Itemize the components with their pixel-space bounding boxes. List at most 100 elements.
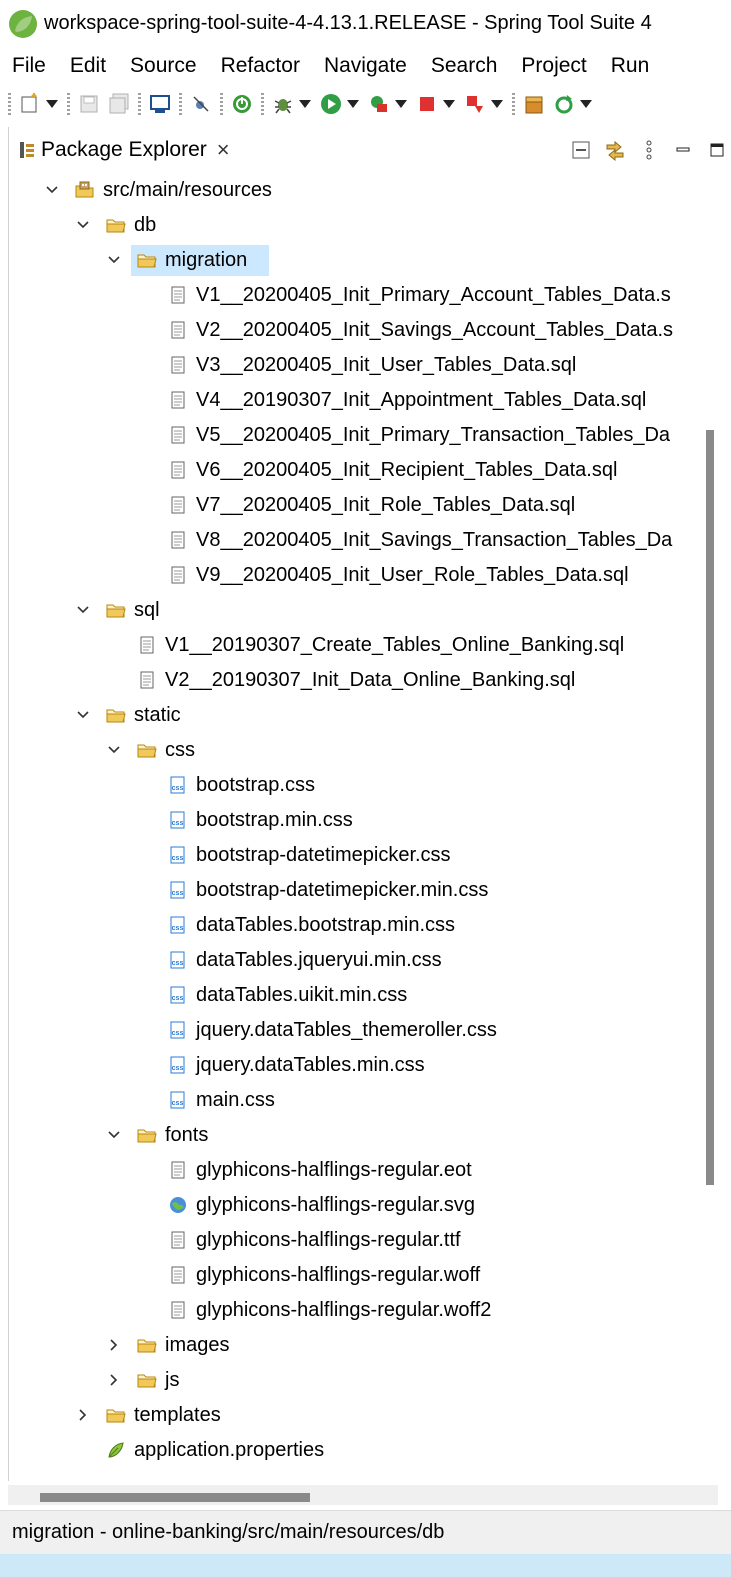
tree-item[interactable]: V5__20200405_Init_Primary_Transaction_Ta… xyxy=(9,418,695,453)
tree-item[interactable]: glyphicons-halflings-regular.woff2 xyxy=(9,1293,695,1328)
refresh-icon[interactable] xyxy=(551,91,577,117)
new-dropdown-chevron-icon[interactable] xyxy=(45,91,59,117)
external-tools-dropdown-chevron-icon[interactable] xyxy=(394,91,408,117)
deploy-icon[interactable] xyxy=(462,91,488,117)
toolbar-separator xyxy=(220,93,223,115)
stop-dropdown-chevron-icon[interactable] xyxy=(442,91,456,117)
open-type-icon[interactable] xyxy=(521,91,547,117)
external-tools-icon[interactable] xyxy=(366,91,392,117)
svg-text:css: css xyxy=(172,855,184,862)
tree-item[interactable]: css dataTables.uikit.min.css xyxy=(9,978,695,1013)
debug-dropdown-chevron-icon[interactable] xyxy=(298,91,312,117)
tree-item-label: jquery.dataTables_themeroller.css xyxy=(196,1019,497,1041)
file-icon xyxy=(171,286,185,304)
maximize-icon[interactable] xyxy=(703,136,731,164)
tree-item[interactable]: css xyxy=(9,733,695,768)
tree-item[interactable]: V2__20190307_Init_Data_Online_Banking.sq… xyxy=(9,663,695,698)
chevron-right-icon[interactable] xyxy=(107,1338,121,1352)
css-file-icon: css xyxy=(170,916,185,934)
vertical-scrollbar-thumb[interactable] xyxy=(706,430,714,1185)
tree-item[interactable]: css bootstrap.min.css xyxy=(9,803,695,838)
close-icon[interactable]: × xyxy=(217,137,230,163)
tree-item[interactable]: application.properties xyxy=(9,1433,695,1468)
chevron-down-icon[interactable] xyxy=(76,603,90,617)
minimize-icon[interactable] xyxy=(669,136,697,164)
css-file-icon: css xyxy=(170,811,185,829)
tree-item-label: V6__20200405_Init_Recipient_Tables_Data.… xyxy=(196,459,618,481)
tree-item-label: glyphicons-halflings-regular.eot xyxy=(196,1159,472,1181)
menu-project[interactable]: Project xyxy=(509,47,598,85)
run-icon[interactable] xyxy=(318,91,344,117)
tree-item[interactable]: V9__20200405_Init_User_Role_Tables_Data.… xyxy=(9,558,695,593)
css-file-icon: css xyxy=(170,986,185,1004)
stop-icon[interactable] xyxy=(414,91,440,117)
tree-item[interactable]: static xyxy=(9,698,695,733)
chevron-right-icon[interactable] xyxy=(76,1408,90,1422)
spring-boot-dashboard-icon[interactable] xyxy=(229,91,255,117)
chevron-down-icon[interactable] xyxy=(45,183,59,197)
tree-item[interactable]: glyphicons-halflings-regular.eot xyxy=(9,1153,695,1188)
save-all-icon[interactable] xyxy=(106,91,132,117)
chevron-down-icon[interactable] xyxy=(76,708,90,722)
tree-item[interactable]: sql xyxy=(9,593,695,628)
debug-icon[interactable] xyxy=(270,91,296,117)
chevron-right-icon[interactable] xyxy=(107,1373,121,1387)
tree-item[interactable]: css bootstrap.css xyxy=(9,768,695,803)
tree-item-label: V1__20190307_Create_Tables_Online_Bankin… xyxy=(165,634,625,656)
tree-item[interactable]: db xyxy=(9,208,695,243)
skip-breakpoints-icon[interactable] xyxy=(188,91,214,117)
tree-item[interactable]: V7__20200405_Init_Role_Tables_Data.sql xyxy=(9,488,695,523)
collapse-all-icon[interactable] xyxy=(567,136,595,164)
tree-item[interactable]: V8__20200405_Init_Savings_Transaction_Ta… xyxy=(9,523,695,558)
tree-item-label: V5__20200405_Init_Primary_Transaction_Ta… xyxy=(196,424,671,446)
tree-item[interactable]: src/main/resources xyxy=(9,173,695,208)
tree-item[interactable]: V6__20200405_Init_Recipient_Tables_Data.… xyxy=(9,453,695,488)
tree-item[interactable]: V1__20190307_Create_Tables_Online_Bankin… xyxy=(9,628,695,663)
tree-item[interactable]: V3__20200405_Init_User_Tables_Data.sql xyxy=(9,348,695,383)
tree-item[interactable]: css bootstrap-datetimepicker.min.css xyxy=(9,873,695,908)
css-file-icon: css xyxy=(170,846,185,864)
chevron-down-icon[interactable] xyxy=(107,253,121,267)
menu-edit[interactable]: Edit xyxy=(58,47,118,85)
tree-item[interactable]: css jquery.dataTables_themeroller.css xyxy=(9,1013,695,1048)
deploy-dropdown-chevron-icon[interactable] xyxy=(490,91,504,117)
tree-item[interactable]: css bootstrap-datetimepicker.css xyxy=(9,838,695,873)
console-icon[interactable] xyxy=(147,91,173,117)
tree-item[interactable]: V2__20200405_Init_Savings_Account_Tables… xyxy=(9,313,695,348)
tree-item[interactable]: V4__20190307_Init_Appointment_Tables_Dat… xyxy=(9,383,695,418)
view-menu-icon[interactable] xyxy=(635,136,663,164)
chevron-down-icon[interactable] xyxy=(107,743,121,757)
tree-item[interactable]: templates xyxy=(9,1398,695,1433)
chevron-down-icon[interactable] xyxy=(76,218,90,232)
run-dropdown-chevron-icon[interactable] xyxy=(346,91,360,117)
tree-item[interactable]: js xyxy=(9,1363,695,1398)
link-with-editor-icon[interactable] xyxy=(601,136,629,164)
tree-item[interactable]: css dataTables.bootstrap.min.css xyxy=(9,908,695,943)
new-icon[interactable] xyxy=(17,91,43,117)
save-icon[interactable] xyxy=(76,91,102,117)
tree-item[interactable]: migration xyxy=(9,243,695,278)
tree-item-label: static xyxy=(134,704,181,726)
tree-item-label: src/main/resources xyxy=(103,179,272,201)
menu-file[interactable]: File xyxy=(0,47,58,85)
tab-package-explorer[interactable]: Package Explorer × xyxy=(9,127,230,173)
menu-refactor[interactable]: Refactor xyxy=(209,47,312,85)
tree-item[interactable]: images xyxy=(9,1328,695,1363)
menu-source[interactable]: Source xyxy=(118,47,209,85)
tree-item[interactable]: glyphicons-halflings-regular.ttf xyxy=(9,1223,695,1258)
file-icon xyxy=(171,356,185,374)
refresh-dropdown-chevron-icon[interactable] xyxy=(579,91,593,117)
menu-search[interactable]: Search xyxy=(419,47,510,85)
chevron-down-icon[interactable] xyxy=(107,1128,121,1142)
tree-item[interactable]: css jquery.dataTables.min.css xyxy=(9,1048,695,1083)
menu-navigate[interactable]: Navigate xyxy=(312,47,419,85)
file-icon xyxy=(171,531,185,549)
tree-item[interactable]: glyphicons-halflings-regular.woff xyxy=(9,1258,695,1293)
tree-item[interactable]: fonts xyxy=(9,1118,695,1153)
tree-item[interactable]: V1__20200405_Init_Primary_Account_Tables… xyxy=(9,278,695,313)
tree-item[interactable]: css dataTables.jqueryui.min.css xyxy=(9,943,695,978)
horizontal-scrollbar-thumb[interactable] xyxy=(40,1493,310,1502)
tree-item[interactable]: glyphicons-halflings-regular.svg xyxy=(9,1188,695,1223)
menu-run[interactable]: Run xyxy=(599,47,662,85)
tree-item[interactable]: css main.css xyxy=(9,1083,695,1118)
